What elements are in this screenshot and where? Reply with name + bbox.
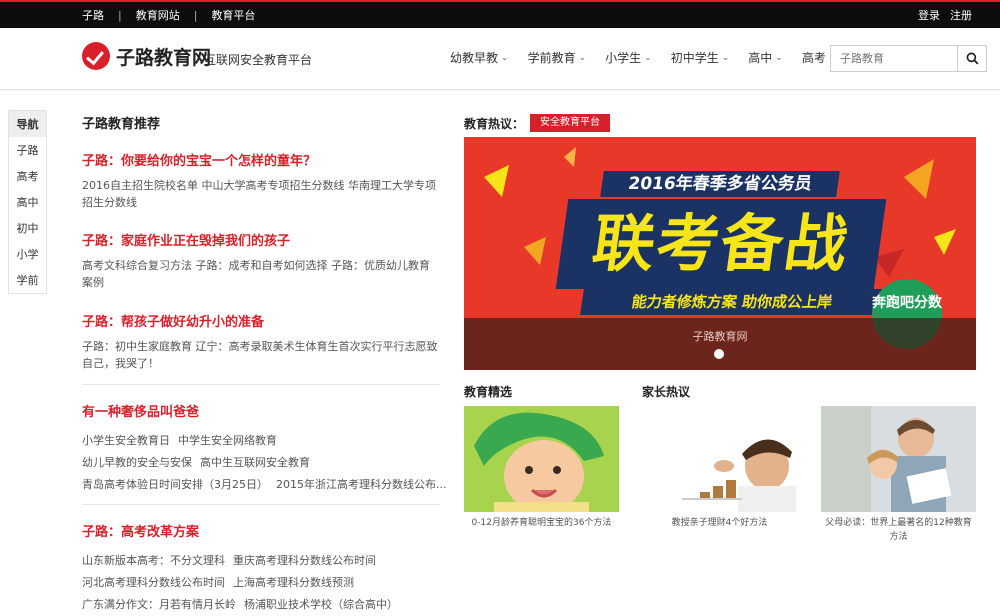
parents-card[interactable]: 父母必读：世界上最著名的12种教育方法: [821, 406, 976, 544]
side-nav-item-senior-high[interactable]: 高中: [9, 189, 46, 215]
side-nav: 导航 子路 高考 高中 初中 小学 学前: [8, 110, 47, 294]
nav-label: 小学生: [605, 51, 642, 65]
side-nav-head: 导航: [9, 111, 46, 137]
link-item[interactable]: 中学生安全网络教育: [178, 434, 277, 447]
featured-caption: 0-12月龄养育聪明宝宝的36个方法: [471, 518, 612, 528]
hot-topics-label: 教育热议：: [464, 116, 525, 131]
article-summary: 子路：初中生家庭教育 辽宁：高考录取美术生体育生首次实行平行志愿致自己，我哭了！: [82, 340, 438, 370]
search-button[interactable]: [957, 46, 986, 71]
banner-big-text-box: 联考备战: [555, 199, 887, 289]
link-item[interactable]: 幼儿早教的安全与安保: [82, 456, 192, 469]
top-separator: |: [118, 8, 122, 22]
site-slogan: 互联网安全教育平台: [204, 53, 313, 67]
top-link-zilu[interactable]: 子路: [82, 7, 104, 23]
chevron-down-icon: ⌄: [501, 52, 509, 63]
father-reading-photo: [821, 406, 976, 512]
link-line: 青岛高考体验日时间安排（3月25日） 2015年浙江高考理科分数线公布...: [82, 474, 446, 496]
search-icon: [966, 52, 979, 65]
link-item[interactable]: 小学生安全教育日: [82, 434, 170, 447]
top-separator: |: [193, 8, 198, 22]
hot-topics-header: 教育热议： 安全教育平台: [464, 114, 611, 132]
link-item[interactable]: 杨浦职业技术学校（综合高中）: [244, 598, 398, 611]
search-box: [830, 45, 987, 72]
link-item[interactable]: 河北高考理科分数线公布时间: [82, 576, 225, 589]
logo-text: 子路教育网: [116, 46, 212, 69]
top-link-edu-platform[interactable]: 教育平台: [211, 7, 255, 23]
parents-caption: 教授亲子理财4个好方法: [671, 518, 768, 528]
article-summary: 2016自主招生院校名单 中山大学高考专项招生分数线 华南理工大学专项招生分数线: [82, 179, 436, 209]
top-link-edu-site[interactable]: 教育网站: [136, 7, 180, 23]
link-item[interactable]: 高中生互联网安全教育: [200, 456, 310, 469]
register-link[interactable]: 注册: [950, 7, 972, 23]
section-divider: [82, 504, 440, 505]
carousel-dot-active[interactable]: [714, 349, 724, 359]
link-item[interactable]: 重庆高考理科分数线公布时间: [233, 554, 376, 567]
search-input[interactable]: [831, 46, 957, 71]
link-item[interactable]: 广东满分作文：月若有情月长岭: [82, 598, 236, 611]
top-links: 子路 | 教育网站 | 教育平台: [82, 2, 255, 28]
child-coins-photo: [642, 406, 797, 512]
article-title[interactable]: 子路：家庭作业正在毁掉我们的孩子: [82, 230, 440, 249]
link-item[interactable]: 青岛高考体验日时间安排（3月25日）: [82, 478, 268, 491]
featured-title: 教育精选: [464, 385, 513, 399]
link-item[interactable]: 山东新版本高考：不分文理科: [82, 554, 225, 567]
nav-label: 初中学生: [670, 51, 719, 65]
link-line: 山东新版本高考：不分文理科 重庆高考理科分数线公布时间: [82, 550, 440, 572]
article-title[interactable]: 子路：你要给你的宝宝一个怎样的童年？: [82, 150, 440, 169]
banner-site-label: 子路教育网: [692, 330, 748, 343]
side-nav-item-junior-high[interactable]: 初中: [9, 215, 46, 241]
banner-caption-bar: [464, 318, 976, 370]
side-nav-item-gaokao[interactable]: 高考: [9, 163, 46, 189]
nav-item-junior-high[interactable]: 初中学生 ⌄: [671, 49, 730, 66]
link-list: 小学生安全教育日 中学生安全网络教育 幼儿早教的安全与安保 高中生互联网安全教育 青…: [82, 430, 446, 496]
chevron-down-icon: ⌄: [721, 52, 730, 63]
login-link[interactable]: 登录: [918, 7, 940, 23]
main-nav: 幼教早教⌄ 学前教育⌄ 小学生⌄ 初中学生⌄ 高中⌄ 高考⌄: [450, 49, 855, 66]
parents-card[interactable]: 教授亲子理财4个好方法: [642, 406, 797, 530]
nav-item-preschool[interactable]: 学前教育 ⌄: [528, 49, 587, 66]
side-nav-item-primary[interactable]: 小学: [9, 241, 46, 267]
recommend-title: 子路教育推荐: [82, 117, 161, 132]
banner-big-text: 联考备战: [587, 207, 855, 280]
banner-carousel[interactable]: 2016年春季多省公务员 联考备战 能力者修炼方案 助你成公上岸 奔跑吧分数 子…: [464, 137, 976, 370]
link-list: 山东新版本高考：不分文理科 重庆高考理科分数线公布时间 河北高考理科分数线公布时间…: [82, 550, 440, 616]
link-item[interactable]: 上海高考理科分数线预测: [233, 576, 354, 589]
nav-item-primary[interactable]: 小学生 ⌄: [605, 49, 652, 66]
nav-label: 高中: [748, 51, 773, 65]
nav-label: 学前教育: [527, 51, 576, 65]
side-nav-item-preschool[interactable]: 学前: [9, 267, 46, 293]
block-title[interactable]: 子路：高考改革方案: [82, 521, 440, 540]
recommend-column: 子路教育推荐 子路：你要给你的宝宝一个怎样的童年？ 2016自主招生院校名单 中…: [82, 113, 446, 616]
banner-headline: 2016年春季多省公务员: [600, 171, 840, 197]
link-line: 小学生安全教育日 中学生安全网络教育: [82, 430, 440, 452]
site-header: 子路教育网 互联网安全教育平台 幼教早教 ⌄ 学前教育 ⌄ 小学生 ⌄ 初中学生 ⌄ 高…: [0, 28, 1000, 90]
nav-label: 幼教早教: [450, 51, 499, 65]
account-links: 登录 注册: [918, 2, 972, 28]
link-line: 广东满分作文：月若有情月长岭 杨浦职业技术学校（综合高中）: [82, 594, 440, 616]
nav-item-preschool-early[interactable]: 幼教早教 ⌄: [450, 49, 509, 66]
chevron-down-icon: ⌄: [644, 52, 652, 63]
article-summary: 高考文科综合复习方法 子路：成考和自考如何选择 子路：优质幼儿教育案例: [82, 259, 430, 289]
block-title[interactable]: 有一种奢侈品叫爸爸: [82, 401, 440, 420]
nav-item-senior-high[interactable]: 高中 ⌄: [748, 49, 783, 66]
chevron-down-icon: ⌄: [775, 52, 783, 63]
parents-caption: 父母必读：世界上最著名的12种教育方法: [825, 518, 972, 542]
parents-title: 家长热议: [642, 385, 691, 399]
link-item[interactable]: 2015年浙江高考理科分数线公布...: [276, 478, 446, 491]
logo-check-icon: [82, 42, 110, 70]
baby-photo: [464, 406, 619, 512]
article-title[interactable]: 子路：帮孩子做好幼升小的准备: [82, 311, 440, 330]
section-divider: [82, 384, 440, 385]
chevron-down-icon: ⌄: [578, 52, 587, 63]
banner-subtitle: 能力者修炼方案 助你成公上岸: [580, 289, 884, 315]
top-bar: 子路 | 教育网站 | 教育平台 登录 注册: [0, 0, 1000, 28]
side-nav-item-zilu[interactable]: 子路: [9, 137, 46, 163]
featured-card[interactable]: 0-12月龄养育聪明宝宝的36个方法: [464, 406, 619, 530]
site-logo[interactable]: 子路教育网: [82, 42, 211, 70]
link-line: 幼儿早教的安全与安保 高中生互联网安全教育: [82, 452, 440, 474]
link-line: 河北高考理科分数线公布时间 上海高考理科分数线预测: [82, 572, 440, 594]
hot-topics-tag[interactable]: 安全教育平台: [530, 114, 611, 132]
nav-label: 高考: [801, 51, 826, 65]
